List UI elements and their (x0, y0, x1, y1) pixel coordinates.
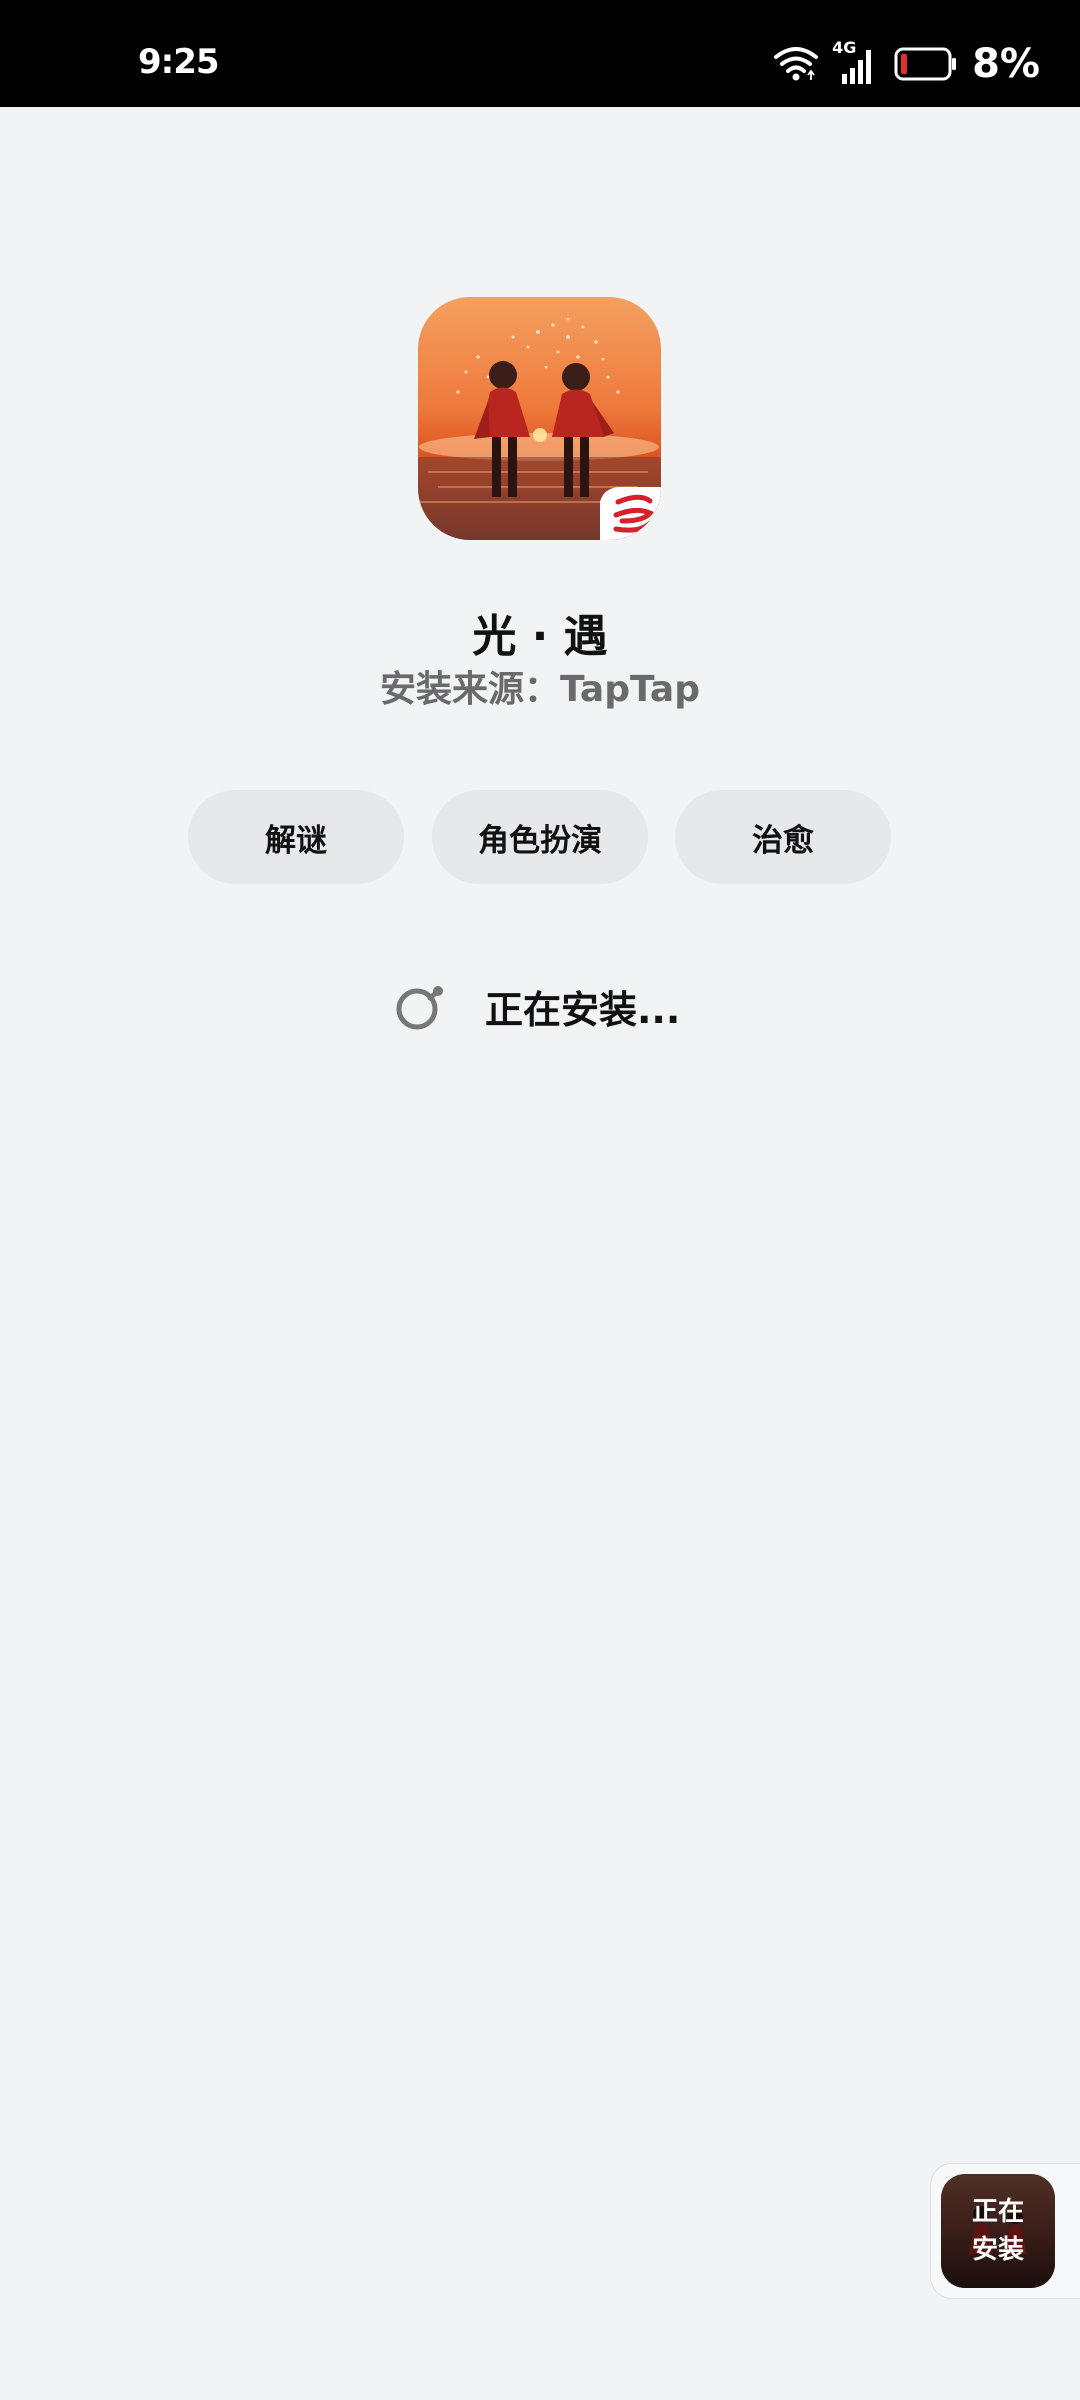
app-icon (418, 297, 661, 540)
floating-status-line2: 安装 (971, 2235, 1024, 2265)
status-bar: 9:25 4G 8% (0, 0, 1080, 107)
install-source: 安装来源：TapTap (380, 669, 700, 710)
battery-percent: 8% (972, 41, 1040, 87)
app-title: 光 · 遇 (472, 611, 608, 662)
wifi-icon (774, 47, 819, 81)
cellular-signal-icon: 4G (832, 38, 880, 86)
status-time: 9:25 (138, 42, 220, 82)
status-icons: 4G 8% (774, 38, 1040, 87)
floating-app-thumbnail[interactable]: 正在 安装 (941, 2174, 1055, 2288)
tag-role-playing: 角色扮演 (432, 790, 648, 884)
tag-healing: 治愈 (675, 790, 891, 884)
tag-puzzle: 解谜 (188, 790, 404, 884)
loading-spinner-icon (396, 986, 443, 1030)
floating-status-line1: 正在 (971, 2197, 1024, 2227)
installing-status-text: 正在安装... (485, 988, 681, 1032)
battery-icon (894, 47, 957, 81)
floating-status-text: 正在 安装 (941, 2174, 1055, 2288)
floating-install-widget[interactable]: 正在 安装 (930, 2163, 1080, 2299)
